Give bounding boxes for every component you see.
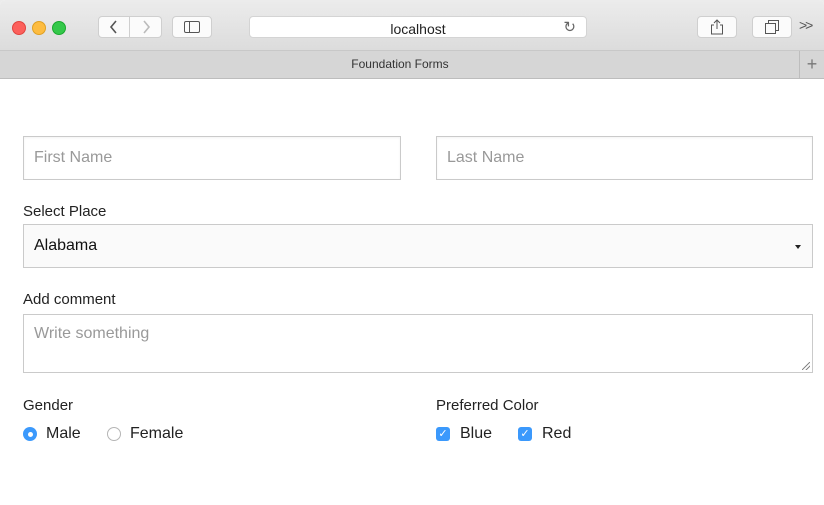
color-option-label: Red bbox=[542, 425, 572, 442]
sidebar-button[interactable] bbox=[172, 16, 212, 38]
preferred-color-label: Preferred Color bbox=[436, 397, 539, 414]
tabs-icon bbox=[765, 20, 779, 34]
share-button[interactable] bbox=[697, 16, 737, 38]
chevron-right-icon bbox=[142, 20, 150, 34]
minimize-window-button[interactable] bbox=[32, 21, 46, 35]
comment-label: Add comment bbox=[23, 291, 116, 308]
tab-bar: Foundation Forms + bbox=[0, 51, 824, 79]
sidebar-icon bbox=[184, 21, 200, 33]
share-icon bbox=[711, 19, 723, 35]
close-window-button[interactable] bbox=[12, 21, 26, 35]
browser-window: localhost ↻ >> Foundation Forms + First … bbox=[0, 0, 824, 505]
radio-selected-icon[interactable] bbox=[23, 427, 37, 441]
forward-button[interactable] bbox=[130, 16, 162, 38]
caret-down-icon bbox=[795, 245, 801, 249]
gender-label: Gender bbox=[23, 397, 74, 414]
resize-grip-icon[interactable] bbox=[802, 362, 810, 370]
gender-option-label: Female bbox=[130, 425, 184, 442]
gender-option-label: Male bbox=[46, 425, 81, 442]
color-option-blue[interactable]: ✓ Blue bbox=[436, 425, 492, 443]
back-button[interactable] bbox=[98, 16, 130, 38]
comment-placeholder: Write something bbox=[34, 325, 150, 342]
checkbox-checked-icon[interactable]: ✓ bbox=[436, 427, 450, 441]
gender-option-female[interactable]: Female bbox=[107, 425, 183, 443]
checkbox-checked-icon[interactable]: ✓ bbox=[518, 427, 532, 441]
place-select[interactable]: Alabama bbox=[23, 224, 813, 268]
gender-option-male[interactable]: Male bbox=[23, 425, 81, 443]
reload-icon[interactable]: ↻ bbox=[563, 18, 576, 36]
first-name-input[interactable]: First Name bbox=[23, 136, 401, 180]
last-name-input[interactable]: Last Name bbox=[436, 136, 813, 180]
last-name-placeholder: Last Name bbox=[447, 149, 525, 166]
chevron-left-icon bbox=[109, 20, 117, 34]
color-option-label: Blue bbox=[460, 425, 493, 442]
page-content: First Name Last Name Select Place Alabam… bbox=[0, 79, 824, 505]
zoom-window-button[interactable] bbox=[52, 21, 66, 35]
select-place-label: Select Place bbox=[23, 203, 107, 220]
place-selected-value: Alabama bbox=[34, 237, 98, 254]
tab-title[interactable]: Foundation Forms bbox=[0, 57, 800, 71]
comment-textarea[interactable]: Write something bbox=[23, 314, 813, 373]
address-bar[interactable]: localhost ↻ bbox=[249, 16, 587, 38]
browser-toolbar: localhost ↻ >> bbox=[0, 0, 824, 51]
url-text: localhost bbox=[390, 21, 446, 37]
radio-unselected-icon[interactable] bbox=[107, 427, 121, 441]
show-tabs-button[interactable] bbox=[752, 16, 792, 38]
first-name-placeholder: First Name bbox=[34, 149, 113, 166]
color-option-red[interactable]: ✓ Red bbox=[518, 425, 571, 443]
more-toolbar-items[interactable]: >> bbox=[799, 17, 813, 33]
plus-icon[interactable]: + bbox=[799, 51, 824, 78]
